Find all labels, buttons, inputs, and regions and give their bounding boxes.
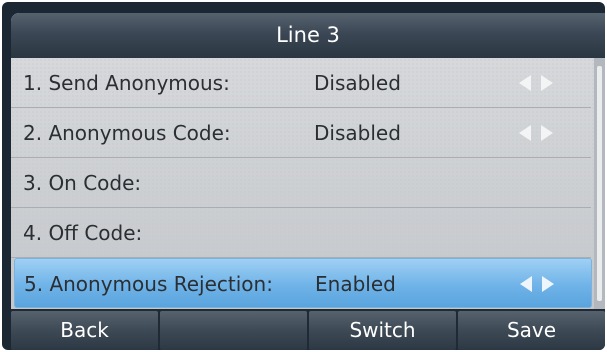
setting-row-off-code[interactable]: 4. Off Code: [11, 208, 591, 258]
setting-label: 4. Off Code: [23, 221, 143, 245]
setting-label: 3. On Code: [23, 171, 142, 195]
arrow-left-icon[interactable] [519, 125, 531, 141]
setting-row-send-anonymous[interactable]: 1. Send Anonymous: Disabled [11, 58, 591, 108]
setting-value: Disabled [314, 121, 401, 145]
phone-display-frame: Line 3 1. Send Anonymous: Disabled 2. An… [2, 2, 605, 350]
settings-list: 1. Send Anonymous: Disabled 2. Anonymous… [11, 58, 605, 309]
setting-label: 2. Anonymous Code: [23, 121, 231, 145]
setting-label: 1. Send Anonymous: [23, 71, 230, 95]
arrow-right-icon[interactable] [542, 276, 554, 292]
value-switcher[interactable] [518, 276, 562, 292]
back-button[interactable]: Back [11, 311, 158, 350]
softkey-bar: Back Switch Save [11, 309, 605, 350]
arrow-right-icon[interactable] [541, 125, 553, 141]
setting-row-anonymous-code[interactable]: 2. Anonymous Code: Disabled [11, 108, 591, 158]
setting-value: Enabled [315, 272, 396, 296]
setting-label: 5. Anonymous Rejection: [24, 272, 273, 296]
switch-button[interactable]: Switch [309, 311, 456, 350]
setting-row-on-code[interactable]: 3. On Code: [11, 158, 591, 208]
arrow-left-icon[interactable] [519, 75, 531, 91]
scrollbar[interactable] [594, 58, 605, 309]
value-switcher[interactable] [517, 75, 561, 91]
page-title: Line 3 [11, 13, 605, 58]
setting-row-anonymous-rejection[interactable]: 5. Anonymous Rejection: Enabled [14, 258, 592, 308]
scrollbar-thumb[interactable] [597, 66, 602, 301]
value-switcher[interactable] [517, 125, 561, 141]
phone-screen: Line 3 1. Send Anonymous: Disabled 2. An… [11, 13, 605, 350]
setting-value: Disabled [314, 71, 401, 95]
save-button[interactable]: Save [458, 311, 605, 350]
arrow-right-icon[interactable] [541, 75, 553, 91]
empty-softkey[interactable] [160, 311, 307, 350]
arrow-left-icon[interactable] [520, 276, 532, 292]
